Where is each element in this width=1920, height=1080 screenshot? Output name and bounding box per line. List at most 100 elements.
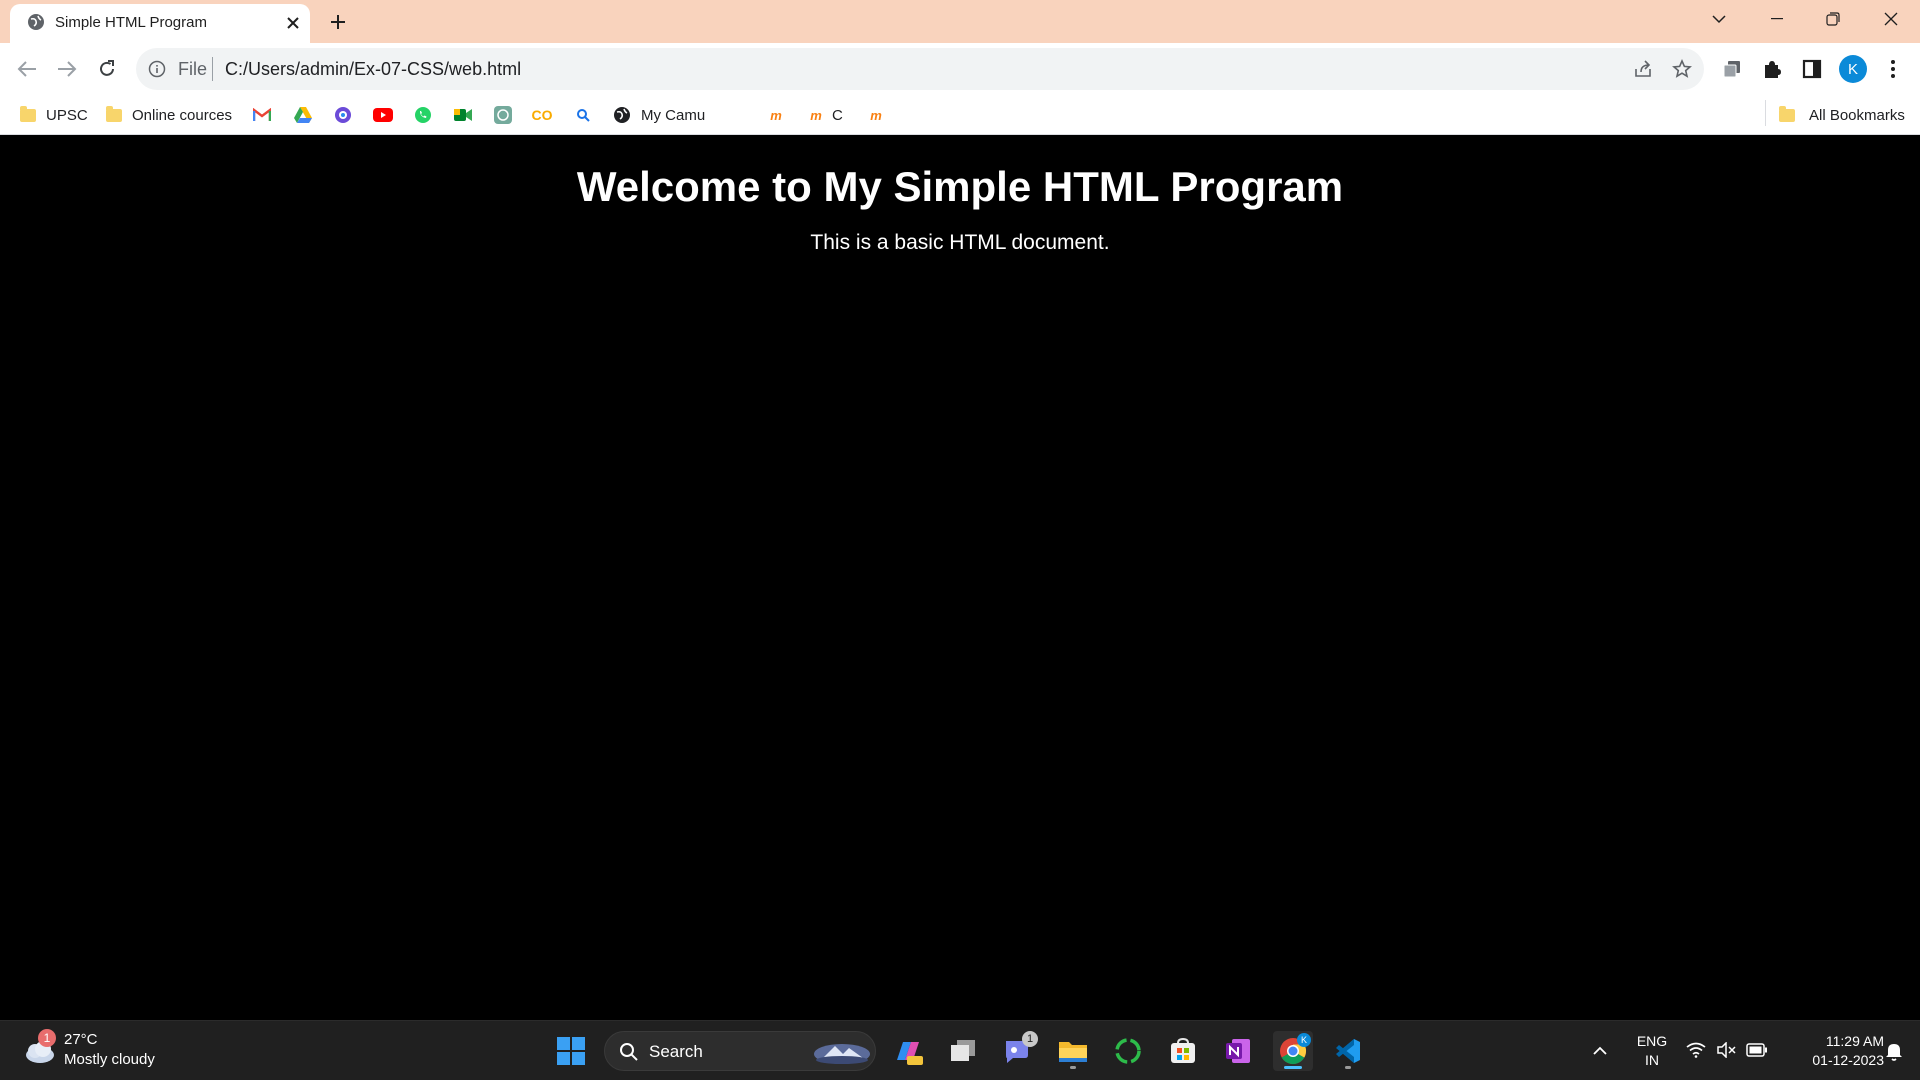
folder-icon bbox=[20, 105, 36, 122]
restore-icon[interactable] bbox=[1806, 0, 1860, 38]
google-meet-icon bbox=[453, 105, 473, 125]
wifi-icon bbox=[1686, 1042, 1706, 1058]
running-indicator bbox=[1345, 1066, 1351, 1069]
teams-badge: 1 bbox=[1022, 1031, 1038, 1047]
bookmark-label: My Camu bbox=[641, 106, 706, 124]
taskbar-search[interactable]: Search bbox=[604, 1031, 876, 1071]
vscode-icon bbox=[1336, 1039, 1360, 1063]
back-arrow-icon[interactable] bbox=[11, 53, 43, 85]
task-view-icon bbox=[951, 1040, 975, 1061]
tab-strip: Simple HTML Program bbox=[0, 0, 1920, 43]
bookmark-label: Online cources bbox=[132, 106, 233, 124]
bookmark-online-cources[interactable]: Online cources bbox=[106, 103, 232, 127]
browser-toolbar: File C:/Users/admin/Ex-07-CSS/web.html K bbox=[0, 43, 1920, 95]
taskbar: 1 27°C Mostly cloudy Search 1 K ENG IN 1… bbox=[0, 1020, 1920, 1080]
taskbar-refresh-app[interactable] bbox=[1108, 1031, 1148, 1071]
speaker-muted-icon bbox=[1717, 1042, 1736, 1058]
chrome-profile-badge: K bbox=[1297, 1033, 1311, 1047]
bookmark-upsc[interactable]: UPSC bbox=[20, 103, 88, 127]
windows-icon bbox=[557, 1037, 585, 1065]
bookmark-search[interactable] bbox=[573, 103, 593, 127]
battery-icon bbox=[1746, 1043, 1767, 1057]
folder-icon bbox=[106, 105, 122, 122]
search-highlight-icon bbox=[814, 1044, 870, 1064]
bookmark-copilot[interactable] bbox=[333, 103, 353, 127]
weather-temp: 27°C bbox=[64, 1031, 98, 1048]
region-code: IN bbox=[1645, 1052, 1659, 1068]
moodle-icon: m bbox=[770, 107, 782, 123]
bookmark-whatsapp[interactable] bbox=[413, 103, 433, 127]
forward-arrow-icon[interactable] bbox=[51, 53, 83, 85]
taskbar-task-view[interactable] bbox=[943, 1031, 983, 1071]
moodle-icon: m bbox=[870, 107, 882, 123]
moodle-icon: m bbox=[810, 107, 822, 123]
web-page-content: Welcome to My Simple HTML Program This i… bbox=[0, 136, 1920, 1020]
profile-avatar[interactable]: K bbox=[1839, 55, 1867, 83]
whatsapp-icon bbox=[413, 105, 433, 125]
bookmark-chatgpt[interactable] bbox=[493, 103, 513, 127]
folder-icon bbox=[1059, 1042, 1087, 1062]
bookmark-moodle-2[interactable]: m bbox=[866, 103, 886, 127]
taskbar-file-explorer[interactable] bbox=[1053, 1031, 1093, 1071]
bookmark-youtube[interactable] bbox=[373, 103, 393, 127]
weather-badge: 1 bbox=[38, 1029, 56, 1047]
side-panel-icon[interactable] bbox=[1799, 56, 1825, 82]
gmail-icon bbox=[252, 105, 272, 125]
address-bar[interactable]: File C:/Users/admin/Ex-07-CSS/web.html bbox=[136, 48, 1704, 90]
google-drive-icon bbox=[293, 105, 313, 125]
all-bookmarks-button[interactable]: All Bookmarks bbox=[1779, 103, 1905, 127]
url-scheme-label: File bbox=[178, 59, 208, 79]
notifications-button[interactable] bbox=[1876, 1031, 1912, 1071]
star-icon[interactable] bbox=[1671, 58, 1693, 80]
url-text[interactable]: C:/Users/admin/Ex-07-CSS/web.html bbox=[225, 59, 521, 79]
microsoft-store-icon bbox=[1171, 1037, 1195, 1063]
chevron-up-icon bbox=[1593, 1046, 1607, 1055]
bookmark-drive[interactable] bbox=[293, 103, 313, 127]
taskbar-onenote[interactable] bbox=[1218, 1031, 1258, 1071]
close-tab-icon[interactable] bbox=[282, 12, 304, 34]
reload-icon[interactable] bbox=[91, 53, 123, 85]
info-icon[interactable] bbox=[148, 60, 166, 78]
taskbar-teams[interactable]: 1 bbox=[998, 1031, 1038, 1071]
menu-kebab-icon[interactable] bbox=[1880, 56, 1906, 82]
bookmark-gmail[interactable] bbox=[252, 103, 272, 127]
close-window-icon[interactable] bbox=[1864, 0, 1918, 38]
bookmark-label: C bbox=[832, 106, 843, 124]
bookmark-colab[interactable]: CO bbox=[531, 103, 553, 127]
bookmark-moodle-c[interactable]: m C bbox=[806, 103, 843, 127]
globe-icon bbox=[28, 14, 44, 30]
running-indicator bbox=[1070, 1066, 1076, 1069]
tab-search-icon[interactable] bbox=[1692, 0, 1746, 38]
bookmark-my-camu[interactable]: My Camu bbox=[612, 103, 705, 127]
search-label: Search bbox=[649, 1042, 703, 1061]
tab-title: Simple HTML Program bbox=[55, 14, 207, 31]
clock-date: 01-12-2023 bbox=[1812, 1052, 1884, 1068]
taskbar-store[interactable] bbox=[1163, 1031, 1203, 1071]
minimize-icon[interactable] bbox=[1750, 0, 1804, 38]
active-indicator bbox=[1284, 1066, 1302, 1069]
quick-settings[interactable] bbox=[1678, 1031, 1778, 1071]
bookmarks-separator bbox=[1765, 100, 1766, 126]
extensions-icon[interactable] bbox=[1759, 56, 1785, 82]
taskbar-copilot[interactable] bbox=[888, 1031, 928, 1071]
onenote-icon bbox=[1226, 1039, 1250, 1063]
taskbar-vscode[interactable] bbox=[1328, 1031, 1368, 1071]
bookmark-moodle-1[interactable]: m bbox=[766, 103, 786, 127]
browser-tab[interactable]: Simple HTML Program bbox=[10, 4, 310, 43]
url-separator bbox=[212, 57, 213, 81]
tab-groups-icon[interactable] bbox=[1719, 56, 1745, 82]
new-tab-button[interactable] bbox=[324, 8, 352, 36]
all-bookmarks-label: All Bookmarks bbox=[1809, 106, 1905, 124]
language-code: ENG bbox=[1636, 1033, 1668, 1049]
search-icon bbox=[620, 1043, 638, 1061]
show-hidden-icons[interactable] bbox=[1582, 1031, 1618, 1071]
colab-icon: CO bbox=[531, 107, 553, 123]
taskbar-chrome[interactable]: K bbox=[1273, 1031, 1313, 1071]
clock-time: 11:29 AM bbox=[1825, 1033, 1884, 1049]
start-button[interactable] bbox=[551, 1031, 591, 1071]
youtube-icon bbox=[373, 105, 393, 125]
bookmark-label: UPSC bbox=[46, 106, 88, 124]
globe-icon bbox=[612, 105, 632, 125]
share-icon[interactable] bbox=[1632, 58, 1654, 80]
bookmark-meet[interactable] bbox=[453, 103, 473, 127]
